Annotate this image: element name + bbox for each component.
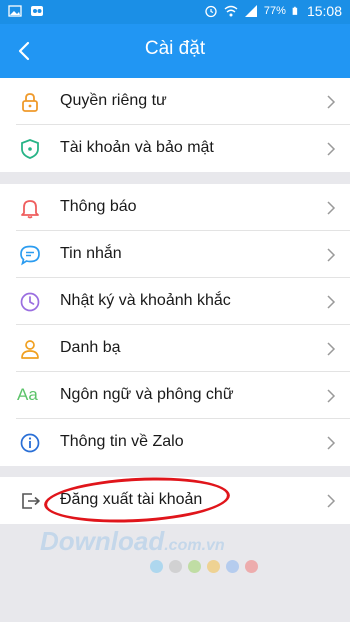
wifi-icon xyxy=(224,5,238,17)
logout-icon xyxy=(22,493,40,509)
watermark-main: Download xyxy=(40,526,165,556)
battery-icon xyxy=(292,6,298,15)
settings-item-privacy[interactable]: Quyền riêng tư xyxy=(0,78,350,125)
settings-item-label: Tin nhắn xyxy=(60,245,122,262)
contact-icon xyxy=(21,340,39,359)
chevron-right-icon xyxy=(327,248,336,262)
bell-icon xyxy=(21,200,39,219)
settings-item-timeline[interactable]: Nhật ký và khoảnh khắc xyxy=(0,278,350,325)
page-title: Cài đặt xyxy=(144,38,206,59)
chevron-right-icon xyxy=(327,342,336,356)
watermark-dot xyxy=(169,560,182,573)
chevron-right-icon xyxy=(327,389,336,403)
shield-icon xyxy=(21,139,39,159)
watermark-dot xyxy=(207,560,220,573)
watermark-dot xyxy=(245,560,258,573)
info-icon xyxy=(20,433,40,453)
clock-icon xyxy=(20,292,40,312)
settings-item-about[interactable]: Thông tin về Zalo xyxy=(0,419,350,466)
clock-time: 15:08 xyxy=(306,3,342,19)
battery-percent: 77% xyxy=(263,5,286,17)
watermark-dot xyxy=(150,560,163,573)
settings-group-general: Thông báo Tin nhắn Nhật ký và khoảnh khắ… xyxy=(0,184,350,466)
watermark-suffix: .com.vn xyxy=(164,537,225,554)
title-bar: Cài đặt xyxy=(0,24,350,78)
chevron-right-icon xyxy=(327,201,336,215)
app-notification-icon xyxy=(31,6,43,16)
status-bar: 77% 15:08 xyxy=(0,0,350,24)
settings-item-contacts[interactable]: Danh bạ xyxy=(0,325,350,372)
settings-item-label: Tài khoản và bảo mật xyxy=(60,139,214,156)
chevron-right-icon xyxy=(327,494,336,508)
settings-item-notifications[interactable]: Thông báo xyxy=(0,184,350,231)
alarm-icon xyxy=(205,5,217,18)
lock-icon xyxy=(22,93,38,112)
signal-icon xyxy=(244,5,257,17)
settings-item-language-font[interactable]: Aa Ngôn ngữ và phông chữ xyxy=(0,372,350,419)
settings-item-messages[interactable]: Tin nhắn xyxy=(0,231,350,278)
chevron-right-icon xyxy=(327,436,336,450)
settings-item-label: Danh bạ xyxy=(60,339,121,356)
settings-item-label: Thông báo xyxy=(60,198,137,215)
settings-item-label: Ngôn ngữ và phông chữ xyxy=(60,386,234,403)
settings-item-label: Thông tin về Zalo xyxy=(60,433,184,450)
settings-item-label: Nhật ký và khoảnh khắc xyxy=(60,292,231,309)
font-icon: Aa xyxy=(17,385,38,404)
settings-item-account-security[interactable]: Tài khoản và bảo mật xyxy=(0,125,350,172)
chevron-right-icon xyxy=(327,142,336,156)
watermark-dot xyxy=(188,560,201,573)
watermark-dots xyxy=(150,560,258,573)
chat-icon xyxy=(20,245,40,266)
settings-item-label: Quyền riêng tư xyxy=(60,92,167,109)
chevron-right-icon xyxy=(327,95,336,109)
watermark: Download.com.vn xyxy=(40,526,225,557)
settings-group-privacy: Quyền riêng tư Tài khoản và bảo mật xyxy=(0,78,350,172)
gallery-notification-icon xyxy=(8,5,22,17)
chevron-right-icon xyxy=(327,295,336,309)
watermark-dot xyxy=(226,560,239,573)
